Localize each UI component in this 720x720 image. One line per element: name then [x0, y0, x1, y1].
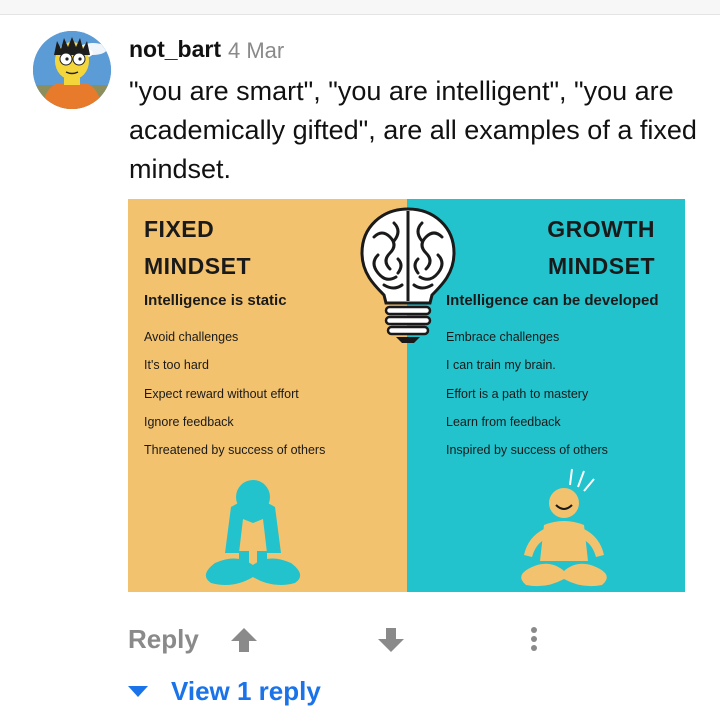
growth-title-line1: GROWTH	[547, 216, 655, 242]
avatar[interactable]	[33, 31, 111, 109]
reply-button[interactable]: Reply	[128, 624, 199, 655]
fixed-trait: Expect reward without effort	[144, 386, 299, 401]
fixed-trait: Avoid challenges	[144, 330, 239, 344]
growth-traits-list: Embrace challenges I can train my brain.…	[446, 329, 608, 470]
fixed-mindset-title: FIXED MINDSET	[144, 211, 251, 285]
more-vertical-icon[interactable]	[522, 624, 546, 654]
fixed-title-line2: MINDSET	[144, 253, 251, 279]
comment-text: "you are smart", "you are intelligent", …	[129, 76, 697, 184]
slumped-person-icon	[205, 480, 301, 585]
fixed-trait: Threatened by success of others	[144, 443, 326, 458]
growth-trait: Learn from feedback	[446, 414, 561, 429]
growth-trait: Effort is a path to mastery	[446, 386, 589, 401]
happy-person-icon	[521, 468, 607, 587]
brain-bulb-icon	[360, 207, 456, 343]
growth-subtitle: Intelligence can be developed	[446, 292, 659, 309]
growth-trait: Embrace challenges	[446, 330, 560, 344]
growth-trait: I can train my brain.	[446, 358, 556, 373]
fixed-subtitle: Intelligence is static	[144, 292, 287, 309]
arrow-down-icon[interactable]	[376, 626, 406, 654]
fixed-title-line1: FIXED	[144, 216, 215, 242]
comment-date: 4 Mar	[228, 38, 285, 63]
mindset-image[interactable]: FIXED MINDSET GROWTH MINDSET Intelligenc…	[128, 199, 685, 592]
view-replies-label: View 1 reply	[171, 676, 321, 706]
top-divider	[0, 0, 720, 15]
arrow-up-icon[interactable]	[229, 626, 259, 654]
growth-title-line2: MINDSET	[548, 253, 655, 279]
fixed-trait: Ignore feedback	[144, 414, 234, 429]
caret-down-icon	[128, 686, 148, 697]
fixed-traits-list: Avoid challenges It's too hard Expect re…	[144, 329, 325, 470]
growth-mindset-title: GROWTH MINDSET	[547, 211, 655, 285]
fixed-trait: It's too hard	[144, 358, 209, 373]
comment-author[interactable]: not_bart	[129, 36, 221, 63]
